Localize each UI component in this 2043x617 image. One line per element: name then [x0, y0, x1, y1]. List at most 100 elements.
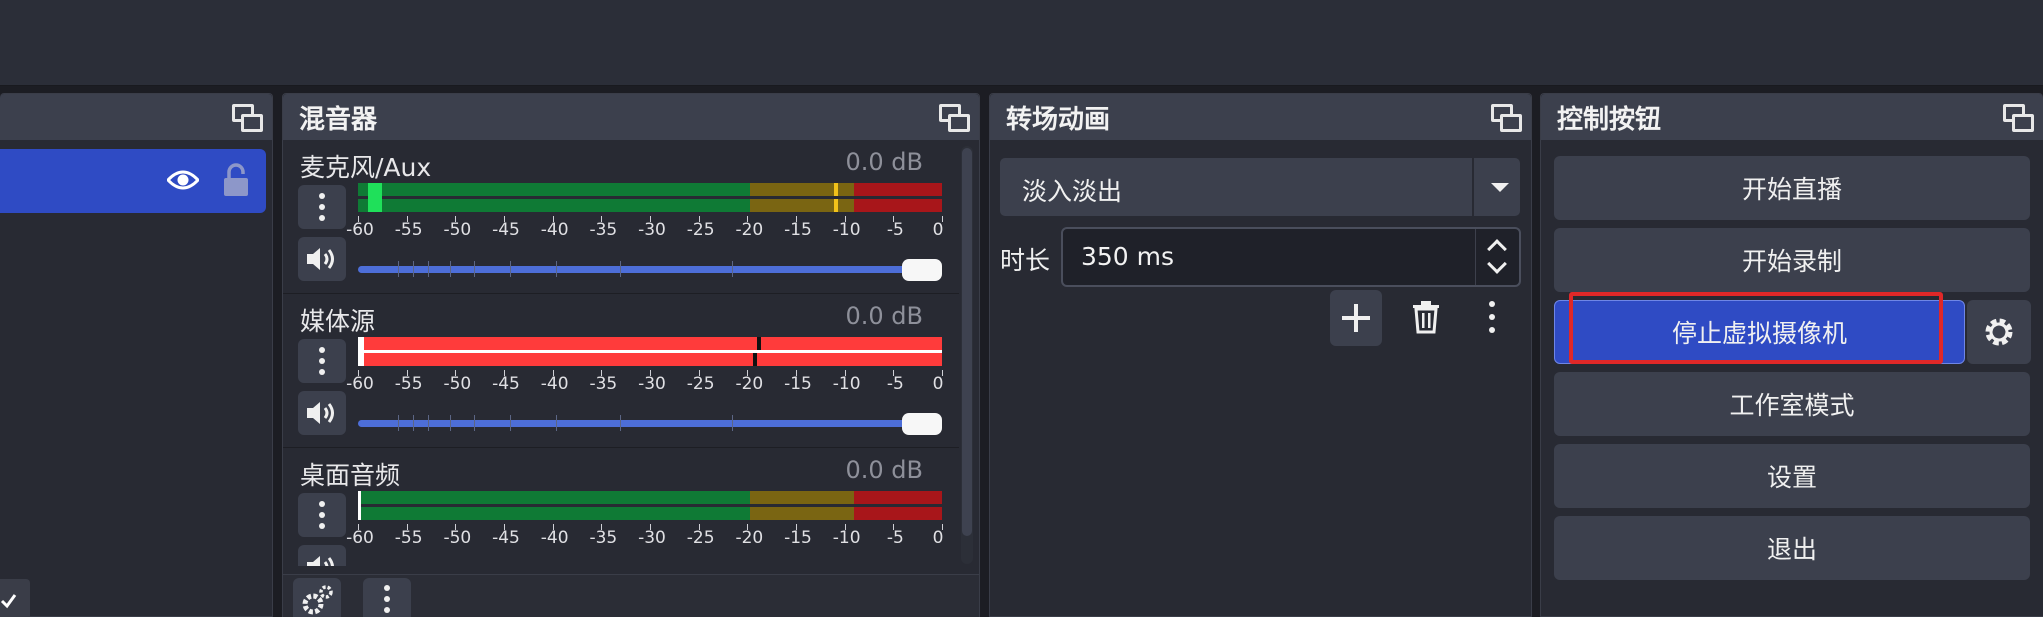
channel-name: 媒体源 — [300, 307, 376, 336]
undock-icon[interactable] — [232, 104, 263, 132]
sources-dock — [0, 93, 273, 617]
add-transition-button[interactable] — [1330, 290, 1382, 346]
meter-scale-label: -40 — [540, 374, 569, 394]
transition-select-value: 淡入淡出 — [1022, 177, 1123, 206]
meter-scale-label: -5 — [886, 374, 904, 394]
channel-level: 0.0 dB — [845, 302, 924, 330]
meter-scale-label: -25 — [686, 528, 715, 548]
meter-scale-label: -55 — [394, 374, 423, 394]
transition-properties-button[interactable] — [1466, 290, 1518, 346]
meter-scale-label: -15 — [784, 374, 812, 394]
meter-scale-label: -20 — [735, 374, 764, 394]
channel-level: 0.0 dB — [845, 456, 924, 484]
plus-icon — [1342, 304, 1370, 332]
meter-scale-label: 0 — [932, 374, 944, 394]
meter-scale-label: -60 — [346, 374, 374, 394]
channel-level: 0.0 dB — [845, 148, 924, 176]
chevron-down-icon[interactable] — [1487, 254, 1507, 274]
volume-meter — [358, 337, 942, 368]
start-recording-button[interactable]: 开始录制 — [1554, 228, 2030, 292]
unlock-icon[interactable] — [222, 163, 250, 197]
meter-scale-label: -25 — [686, 374, 715, 394]
volume-slider-handle[interactable] — [902, 259, 942, 281]
meter-scale-label: -55 — [394, 220, 423, 240]
checkbox-button[interactable] — [0, 579, 30, 617]
remove-transition-button[interactable] — [1400, 290, 1452, 346]
trash-icon — [1413, 301, 1439, 334]
duration-value: 350 ms — [1081, 242, 1175, 271]
source-item-selected[interactable] — [0, 149, 266, 213]
mute-button[interactable] — [298, 237, 346, 281]
mixer-channel: 媒体源 0.0 dB -60 -55 -50 -45 -40 -35 -30 -… — [283, 294, 959, 448]
stop-virtual-camera-button[interactable]: 停止虚拟摄像机 — [1554, 300, 1965, 364]
channel-menu-button[interactable] — [298, 339, 346, 383]
meter-scale-label: -5 — [886, 528, 904, 548]
eye-icon[interactable] — [167, 169, 199, 191]
controls-title: 控制按钮 — [1557, 104, 1662, 135]
channel-name: 桌面音频 — [300, 461, 401, 490]
exit-button[interactable]: 退出 — [1554, 516, 2030, 580]
meter-scale-label: -20 — [735, 220, 764, 240]
meter-scale-label: -50 — [443, 374, 472, 394]
advanced-audio-button[interactable] — [293, 578, 341, 617]
transition-select[interactable]: 淡入淡出 — [1000, 158, 1520, 216]
meter-scale-label: -20 — [735, 528, 764, 548]
mixer-title: 混音器 — [299, 104, 378, 135]
speaker-icon — [307, 556, 334, 566]
meter-scale-label: -10 — [832, 374, 861, 394]
meter-scale-label: 0 — [932, 528, 944, 548]
transitions-title: 转场动画 — [1006, 104, 1111, 135]
settings-button[interactable]: 设置 — [1554, 444, 2030, 508]
undock-icon[interactable] — [1491, 104, 1522, 132]
meter-scale-label: -60 — [346, 220, 374, 240]
meter-scale-labels: -60 -55 -50 -45 -40 -35 -30 -25 -20 -15 -10 -5 0 — [346, 374, 958, 398]
meter-scale-label: -50 — [443, 220, 472, 240]
meter-scale-label: -35 — [589, 528, 618, 548]
undock-icon[interactable] — [939, 104, 970, 132]
controls-dock: 控制按钮 开始直播 开始录制 停止虚拟摄像机 工作室模式 设置 退出 — [1540, 93, 2043, 617]
meter-scale-label: -30 — [638, 220, 666, 240]
volume-slider[interactable] — [358, 413, 942, 435]
transitions-dock: 转场动画 淡入淡出 时长 350 ms — [989, 93, 1532, 617]
mute-button[interactable] — [298, 391, 346, 435]
meter-scale-label: -40 — [540, 528, 569, 548]
studio-mode-button[interactable]: 工作室模式 — [1554, 372, 2030, 436]
channel-menu-button[interactable] — [298, 185, 346, 229]
meter-scale-label: -35 — [589, 374, 618, 394]
volume-meter — [358, 491, 942, 522]
duration-spinbox[interactable]: 350 ms — [1061, 227, 1521, 287]
speaker-icon — [307, 248, 334, 270]
meter-scale-label: -5 — [886, 220, 904, 240]
transitions-dock-header: 转场动画 — [990, 94, 1531, 140]
meter-scale-label: -50 — [443, 528, 472, 548]
mixer-dock-header: 混音器 — [283, 94, 979, 140]
undock-icon[interactable] — [2003, 104, 2034, 132]
channel-menu-button[interactable] — [298, 493, 346, 537]
volume-slider-handle[interactable] — [902, 413, 942, 435]
vertical-dots-icon — [384, 585, 390, 613]
meter-scale-label: -35 — [589, 220, 618, 240]
preview-area — [0, 0, 2043, 86]
meter-scale-label: -25 — [686, 220, 715, 240]
mixer-dock: 混音器 麦克风/Aux 0.0 dB -60 -55 -50 -45 -40 -… — [282, 93, 980, 617]
start-stream-button[interactable]: 开始直播 — [1554, 156, 2030, 220]
chevron-down-icon[interactable] — [1491, 183, 1509, 192]
volume-slider[interactable] — [358, 259, 942, 281]
controls-dock-header: 控制按钮 — [1541, 94, 2043, 140]
meter-scale-label: -45 — [492, 220, 520, 240]
gear-icon — [302, 585, 333, 615]
virtual-camera-settings-button[interactable] — [1967, 300, 2031, 364]
meter-scale-label: -60 — [346, 528, 374, 548]
meter-scale-label: -15 — [784, 220, 812, 240]
mixer-channel: 桌面音频 0.0 dB -60 -55 -50 -45 -40 -35 -30 -25 -20-… — [283, 448, 959, 566]
channel-name: 麦克风/Aux — [300, 153, 432, 182]
duration-label: 时长 — [1000, 246, 1051, 275]
meter-scale-label: -45 — [492, 528, 520, 548]
meter-scale-label: -10 — [832, 528, 861, 548]
mixer-channel-list: 麦克风/Aux 0.0 dB -60 -55 -50 -45 -40 -35-3… — [283, 140, 959, 566]
meter-scale-label: 0 — [932, 220, 944, 240]
mixer-channel: 麦克风/Aux 0.0 dB -60 -55 -50 -45 -40 -35-3… — [283, 140, 959, 294]
mute-button[interactable] — [298, 545, 346, 566]
mixer-scrollbar[interactable] — [961, 146, 973, 564]
mixer-menu-button[interactable] — [363, 578, 411, 617]
